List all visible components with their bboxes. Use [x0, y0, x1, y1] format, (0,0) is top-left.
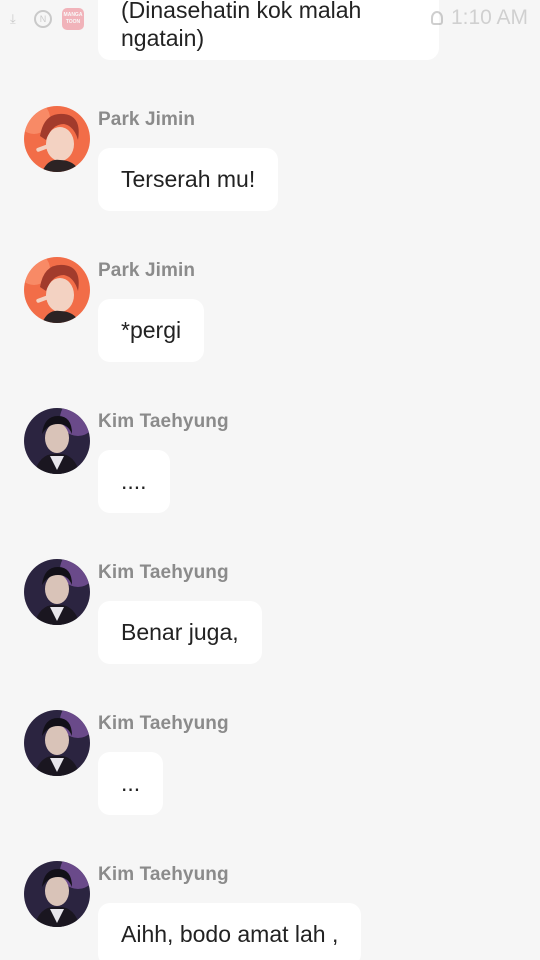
person-avatar-icon — [24, 408, 90, 474]
status-bar-notifications: ⤓ N MANGA TOON — [10, 8, 84, 30]
status-time: 1:10 AM — [450, 6, 528, 29]
message-bubble[interactable]: ... — [98, 752, 164, 815]
avatar-kim-taehyung[interactable] — [24, 710, 90, 776]
message-bubble[interactable]: Aihh, bodo amat lah , — [98, 903, 362, 960]
avatar-kim-taehyung[interactable] — [24, 861, 90, 927]
message-bubble[interactable]: *pergi — [98, 299, 205, 362]
avatar-park-jimin[interactable] — [24, 106, 90, 172]
avatar-park-jimin[interactable] — [24, 257, 90, 323]
message-bubble[interactable]: .... — [98, 450, 170, 513]
message-text-line: (Dinasehatin kok malah — [121, 0, 362, 23]
avatar-kim-taehyung[interactable] — [24, 559, 90, 625]
app-icon-label: MANGA TOON — [63, 12, 83, 25]
person-avatar-icon — [24, 861, 90, 927]
status-bar-system: 1:10 AM — [430, 6, 528, 30]
person-avatar-icon — [24, 710, 90, 776]
download-icon: ⤓ — [10, 11, 16, 26]
avatar-kim-taehyung[interactable] — [24, 408, 90, 474]
person-avatar-icon — [24, 559, 90, 625]
message-text-line: ngatain) — [121, 25, 205, 51]
person-avatar-icon — [24, 257, 90, 323]
message-bubble[interactable]: Terserah mu! — [98, 148, 279, 211]
chat-screen: ⤓ N MANGA TOON 1:10 AM (Dinasehatin kok … — [0, 0, 540, 960]
sender-name: Kim Taehyung — [98, 411, 229, 432]
person-avatar-icon — [24, 106, 90, 172]
sender-name: Kim Taehyung — [98, 713, 229, 734]
mangatoon-app-icon: MANGA TOON — [62, 8, 84, 30]
sender-name: Kim Taehyung — [98, 864, 229, 885]
notification-circle-icon: N — [34, 10, 52, 28]
sender-name: Park Jimin — [98, 109, 196, 130]
sender-name: Kim Taehyung — [98, 562, 229, 583]
message-bubble[interactable]: (Dinasehatin kok malah ngatain) — [98, 0, 439, 60]
message-bubble[interactable]: Benar juga, — [98, 601, 262, 664]
sender-name: Park Jimin — [98, 260, 196, 281]
